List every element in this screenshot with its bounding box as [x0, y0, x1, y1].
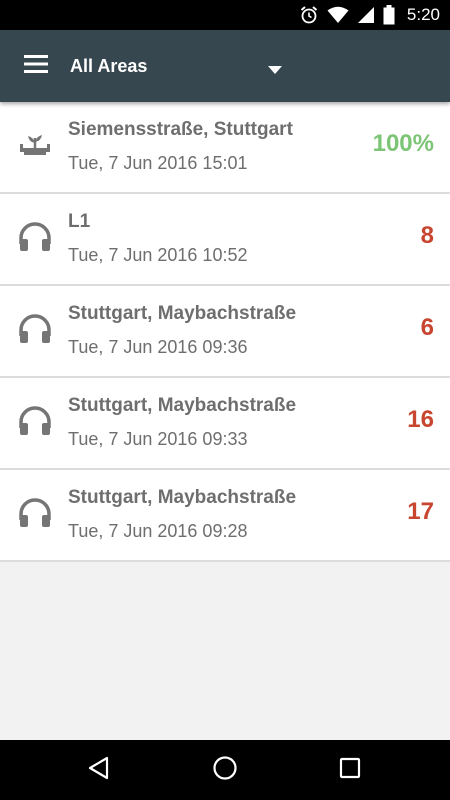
recents-icon: [339, 757, 361, 784]
item-title: Stuttgart, Maybachstraße: [68, 487, 297, 508]
item-timestamp: Tue, 7 Jun 2016 09:33: [68, 429, 248, 449]
item-value: 100%: [372, 130, 434, 157]
area-dropdown[interactable]: All Areas: [70, 42, 290, 90]
item-value: 6: [420, 314, 434, 341]
item-value: 16: [407, 406, 434, 433]
status-icons: 5:20: [299, 0, 440, 30]
status-time: 5:20: [406, 5, 440, 24]
item-title: Stuttgart, Maybachstraße: [68, 395, 297, 416]
list-item[interactable]: Siemensstraße, Stuttgart Tue, 7 Jun 2016…: [0, 102, 450, 194]
item-timestamp: Tue, 7 Jun 2016 09:36: [68, 337, 248, 357]
list-item[interactable]: Stuttgart, Maybachstraße Tue, 7 Jun 2016…: [0, 286, 450, 378]
headphones-icon: [17, 496, 53, 532]
headphones-icon: [17, 312, 53, 348]
area-title: All Areas: [70, 55, 148, 76]
item-timestamp: Tue, 7 Jun 2016 09:28: [68, 521, 248, 541]
navigation-bar: [0, 740, 450, 800]
item-title: Stuttgart, Maybachstraße: [68, 303, 297, 324]
headphones-icon: [17, 404, 53, 440]
app-bar: All Areas: [0, 30, 450, 102]
item-title: Siemensstraße, Stuttgart: [68, 119, 293, 140]
item-title: L1: [68, 211, 91, 232]
hamburger-menu-icon: [24, 54, 48, 79]
back-icon: [88, 756, 110, 785]
battery-icon: [383, 5, 395, 25]
wifi-icon: [327, 6, 349, 24]
status-bar: 5:20: [0, 0, 450, 30]
item-timestamp: Tue, 7 Jun 2016 10:52: [68, 245, 248, 265]
home-button[interactable]: [185, 740, 265, 800]
item-timestamp: Tue, 7 Jun 2016 15:01: [68, 153, 248, 173]
headphones-icon: [17, 220, 53, 256]
item-value: 8: [420, 222, 434, 249]
menu-button[interactable]: [12, 42, 60, 90]
records-list: Siemensstraße, Stuttgart Tue, 7 Jun 2016…: [0, 102, 450, 562]
plant-bed-icon: [17, 128, 53, 164]
dropdown-arrow-icon: [268, 61, 282, 79]
home-icon: [212, 755, 238, 786]
item-value: 17: [407, 498, 434, 525]
list-item[interactable]: Stuttgart, Maybachstraße Tue, 7 Jun 2016…: [0, 470, 450, 562]
back-button[interactable]: [59, 740, 139, 800]
recents-button[interactable]: [310, 740, 390, 800]
alarm-icon: [299, 5, 319, 25]
cellular-icon: [357, 6, 375, 24]
list-item[interactable]: L1 Tue, 7 Jun 2016 10:52 8: [0, 194, 450, 286]
list-item[interactable]: Stuttgart, Maybachstraße Tue, 7 Jun 2016…: [0, 378, 450, 470]
